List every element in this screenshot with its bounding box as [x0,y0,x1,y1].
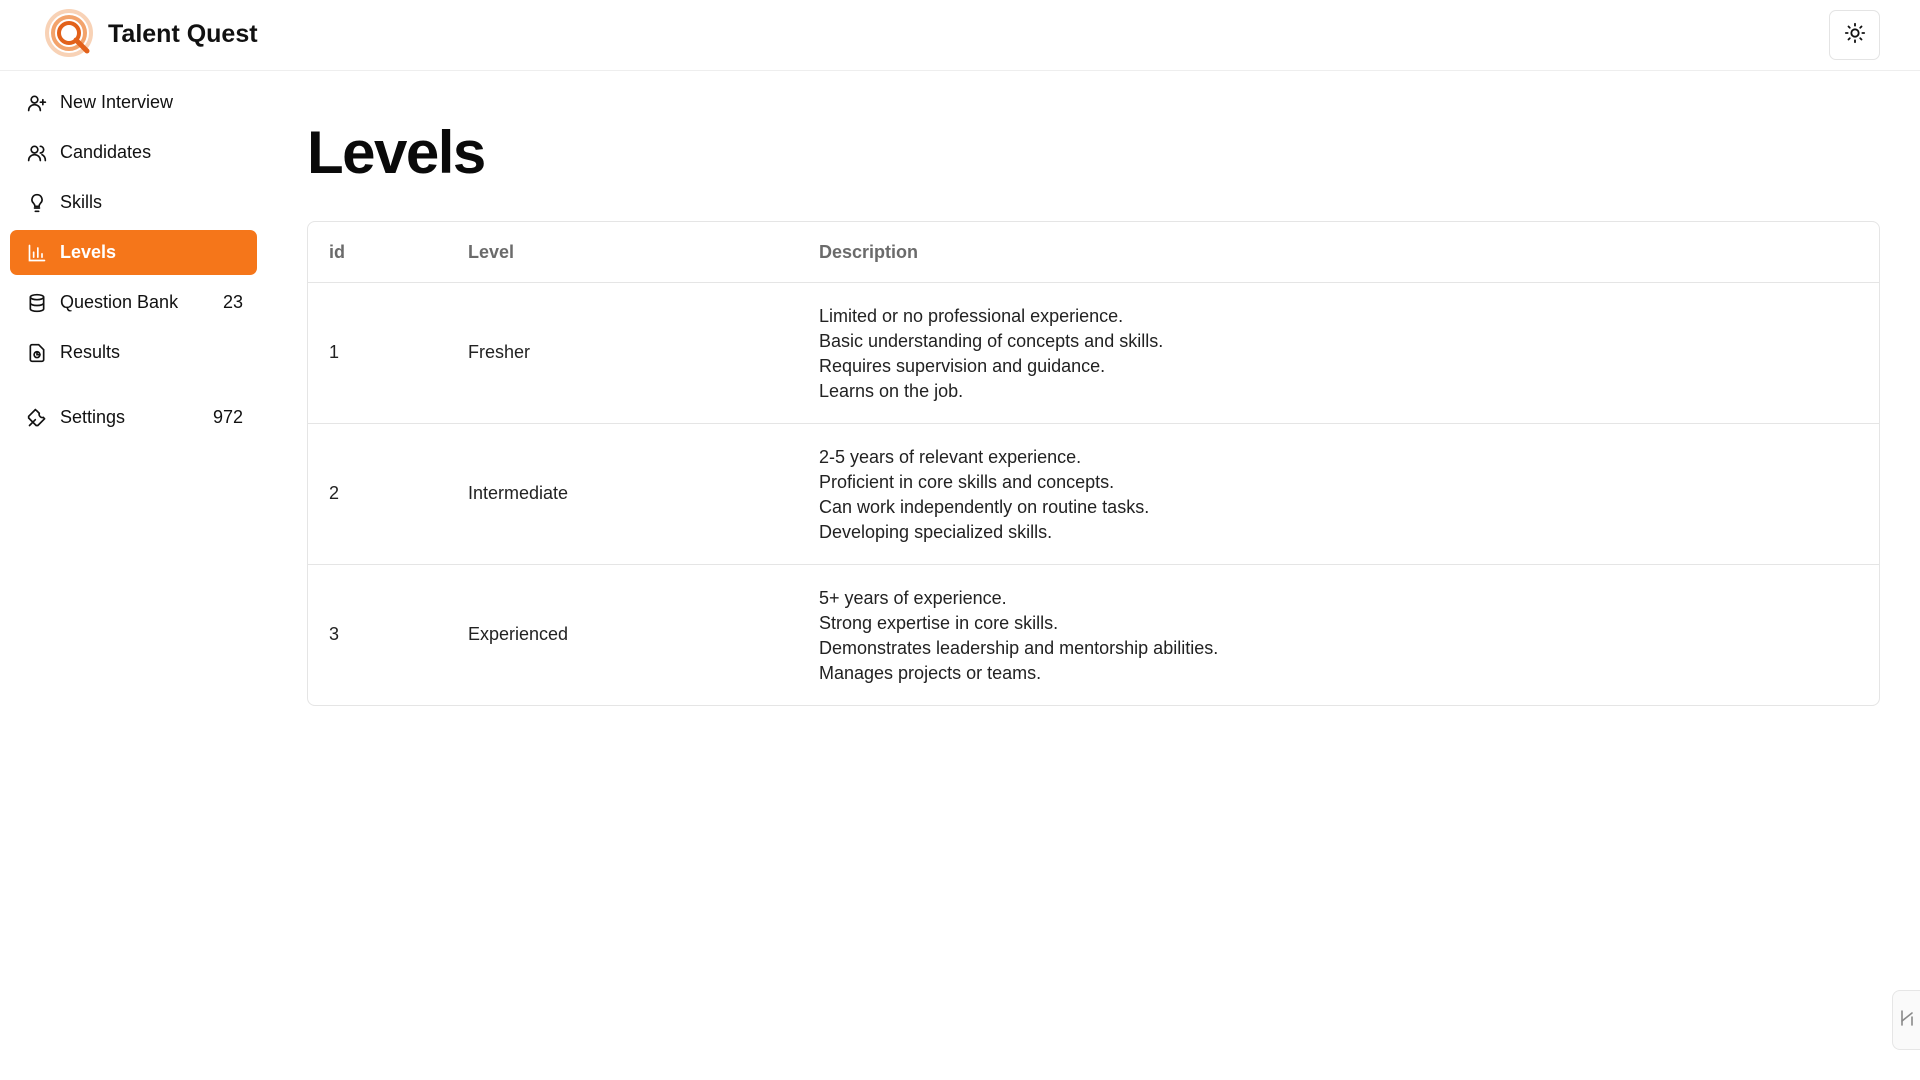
magnifier-logo-icon[interactable] [45,9,97,61]
lightbulb-icon [26,192,48,214]
bar-chart-icon [26,242,48,264]
table-row[interactable]: 3 Experienced 5+ years of experience. St… [308,565,1879,705]
column-header-level[interactable]: Level [468,242,514,263]
cell-description: 5+ years of experience. Strong expertise… [819,586,1218,686]
app-header: Talent Quest [0,0,1920,71]
description-line: Strong expertise in core skills. [819,613,1059,633]
count-badge: 23 [222,292,243,312]
sidebar-item-label: Results [60,342,121,362]
description-line: Learns on the job. [819,381,964,401]
table-header: id Level Description [308,222,1879,283]
sidebar-item-label: Settings [60,407,126,427]
user-plus-icon [26,92,48,114]
devtools-toggle-button[interactable] [1892,990,1920,1050]
table-row[interactable]: 2 Intermediate 2-5 years of relevant exp… [308,424,1879,565]
app-title[interactable]: Talent Quest [108,20,258,49]
sidebar-item-label: Levels [60,242,117,262]
cell-id: 3 [329,624,340,644]
sidebar-item-skills[interactable]: Skills [10,180,257,225]
devtools-icon [1899,1008,1915,1033]
description-line: Demonstrates leadership and mentorship a… [819,638,1219,658]
theme-toggle-button[interactable] [1829,10,1880,60]
sidebar-item-label: New Interview [60,92,174,112]
description-line: Basic understanding of concepts and skil… [819,331,1164,351]
cell-level: Experienced [468,624,569,644]
sidebar-item-label: Skills [60,192,103,212]
description-line: Proficient in core skills and concepts. [819,472,1115,492]
table-row[interactable]: 1 Fresher Limited or no professional exp… [308,283,1879,424]
description-line: 5+ years of experience. [819,588,1007,608]
sidebar-item-settings[interactable]: Settings 972 [10,395,257,440]
cell-description: 2-5 years of relevant experience. Profic… [819,445,1149,545]
cell-id: 2 [329,483,340,503]
cell-description: Limited or no professional experience. B… [819,304,1163,404]
sun-icon [1844,22,1866,49]
column-header-description[interactable]: Description [819,242,918,263]
description-line: Requires supervision and guidance. [819,356,1106,376]
database-icon [26,292,48,314]
count-badge: 972 [212,407,243,427]
sidebar-item-label: Candidates [60,142,152,162]
sidebar-item-candidates[interactable]: Candidates [10,130,257,175]
sidebar-item-levels[interactable]: Levels [10,230,257,275]
description-line: Manages projects or teams. [819,663,1042,683]
sidebar-item-results[interactable]: Results [10,330,257,375]
file-chart-icon [26,342,48,364]
description-line: Limited or no professional experience. [819,306,1124,326]
users-icon [26,142,48,164]
cell-level: Intermediate [468,483,569,503]
description-line: Can work independently on routine tasks. [819,497,1150,517]
page-title: Levels [307,119,486,186]
column-header-id[interactable]: id [329,242,345,263]
sidebar-item-label: Question Bank [60,292,179,312]
cell-level: Fresher [468,342,531,362]
levels-table: id Level Description 1 Fresher Limited o… [307,221,1880,706]
description-line: Developing specialized skills. [819,522,1053,542]
description-line: 2-5 years of relevant experience. [819,447,1082,467]
cell-id: 1 [329,342,340,362]
sidebar-item-new-interview[interactable]: New Interview [10,80,257,125]
wrench-icon [26,407,48,429]
sidebar-item-question-bank[interactable]: Question Bank 23 [10,280,257,325]
